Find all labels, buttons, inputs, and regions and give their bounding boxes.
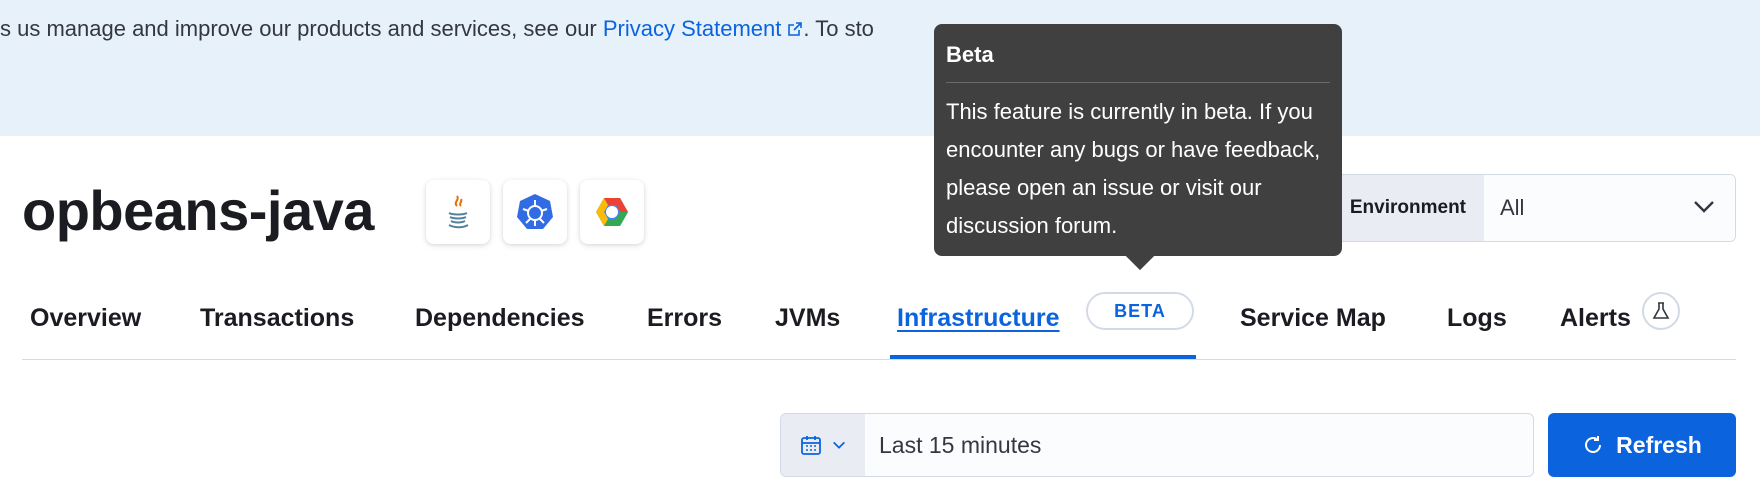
banner-text: s us manage and improve our products and… (0, 16, 874, 42)
quick-menu-button[interactable] (781, 414, 865, 476)
page-title: opbeans-java (22, 179, 374, 242)
calendar-icon (801, 436, 821, 455)
environment-value[interactable]: All (1484, 175, 1735, 241)
consent-banner: s us manage and improve our products and… (0, 0, 1760, 136)
tooltip-title: Beta (946, 42, 1330, 83)
active-tab-indicator (890, 355, 1196, 359)
gcp-icon (596, 198, 628, 226)
tooltip-body: This feature is currently in beta. If yo… (946, 99, 1321, 238)
tab-jvms[interactable]: JVMs (775, 304, 840, 333)
tab-errors[interactable]: Errors (647, 304, 722, 333)
tab-infrastructure[interactable]: Infrastructure (897, 304, 1060, 333)
refresh-icon (1585, 436, 1602, 453)
beta-badge[interactable]: BETA (1086, 292, 1194, 330)
refresh-button[interactable]: Refresh (1548, 413, 1736, 477)
environment-select[interactable]: Environment All (1318, 174, 1736, 242)
kubernetes-icon (517, 194, 553, 229)
beaker-icon (1652, 302, 1670, 319)
date-picker[interactable]: Last 15 minutes (780, 413, 1534, 477)
alerts-beta-badge[interactable] (1642, 292, 1680, 330)
beta-tooltip: Beta This feature is currently in beta. … (934, 24, 1342, 256)
tab-transactions[interactable]: Transactions (200, 304, 354, 333)
chevron-down-icon (833, 441, 845, 449)
tab-overview[interactable]: Overview (30, 304, 141, 333)
java-badge[interactable] (426, 180, 490, 244)
tab-service-map[interactable]: Service Map (1240, 304, 1386, 333)
external-link-icon (788, 22, 803, 36)
environment-value-text: All (1500, 195, 1525, 220)
tab-alerts[interactable]: Alerts (1560, 304, 1631, 333)
java-icon (448, 195, 469, 229)
tab-dependencies[interactable]: Dependencies (415, 304, 585, 333)
chevron-down-icon (1694, 201, 1714, 213)
service-tabs: Overview Transactions Dependencies Error… (22, 288, 1736, 360)
date-range-value[interactable]: Last 15 minutes (865, 414, 1533, 476)
banner-text-after: . To sto (803, 16, 874, 41)
banner-text-before: s us manage and improve our products and… (0, 16, 603, 41)
refresh-label: Refresh (1616, 431, 1702, 458)
privacy-statement-link[interactable]: Privacy Statement (603, 16, 804, 41)
tab-logs[interactable]: Logs (1447, 304, 1507, 333)
privacy-statement-label: Privacy Statement (602, 16, 782, 41)
environment-label: Environment (1319, 175, 1484, 241)
gcp-badge[interactable] (580, 180, 644, 244)
kubernetes-badge[interactable] (503, 180, 567, 244)
